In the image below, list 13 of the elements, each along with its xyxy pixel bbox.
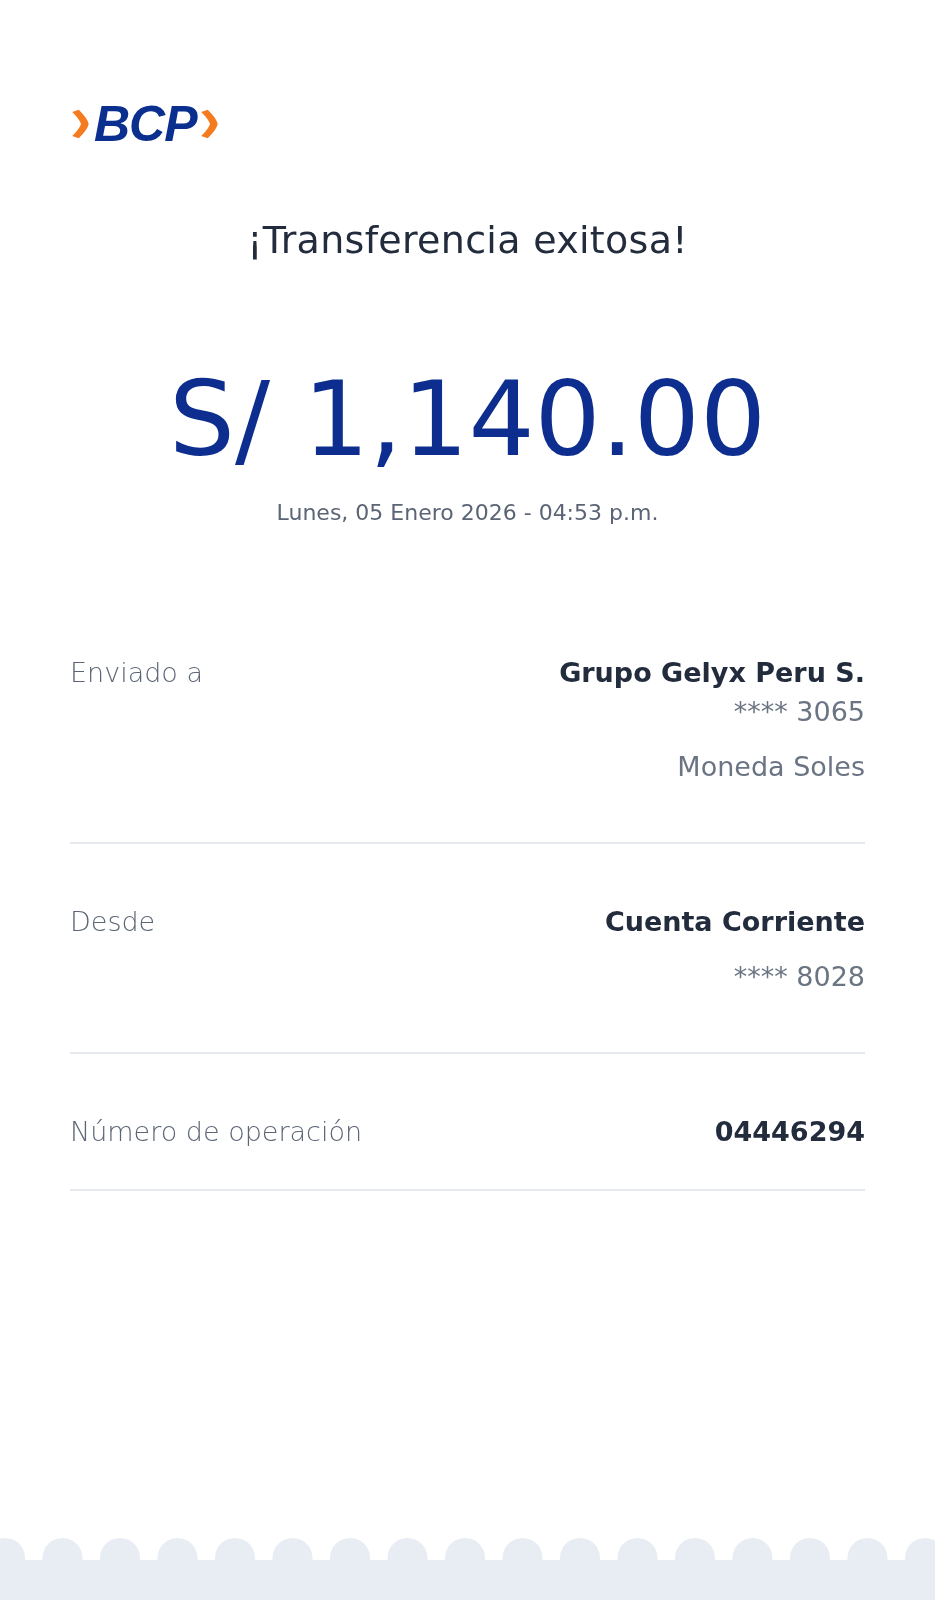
bcp-logo: BCP: [70, 98, 221, 150]
detail-value: Cuenta Corriente: [604, 906, 865, 938]
detail-value: Moneda Soles: [677, 751, 865, 783]
detail-label: Número de operación: [70, 1116, 363, 1148]
detail-value: 04446294: [714, 1116, 865, 1148]
amount: S/ 1,140.00: [168, 362, 767, 477]
success-title: ¡Transferencia exitosa!: [246, 218, 689, 262]
date-time: Lunes, 05 Enero 2026 - 04:53 p.m.: [276, 500, 659, 526]
detail-value: Grupo Gelyx Peru S.: [559, 657, 865, 689]
detail-value: **** 3065: [733, 696, 865, 728]
detail-value: **** 8028: [733, 961, 865, 993]
detail-label: Desde: [70, 906, 156, 940]
detail-label: Enviado a: [70, 657, 203, 691]
